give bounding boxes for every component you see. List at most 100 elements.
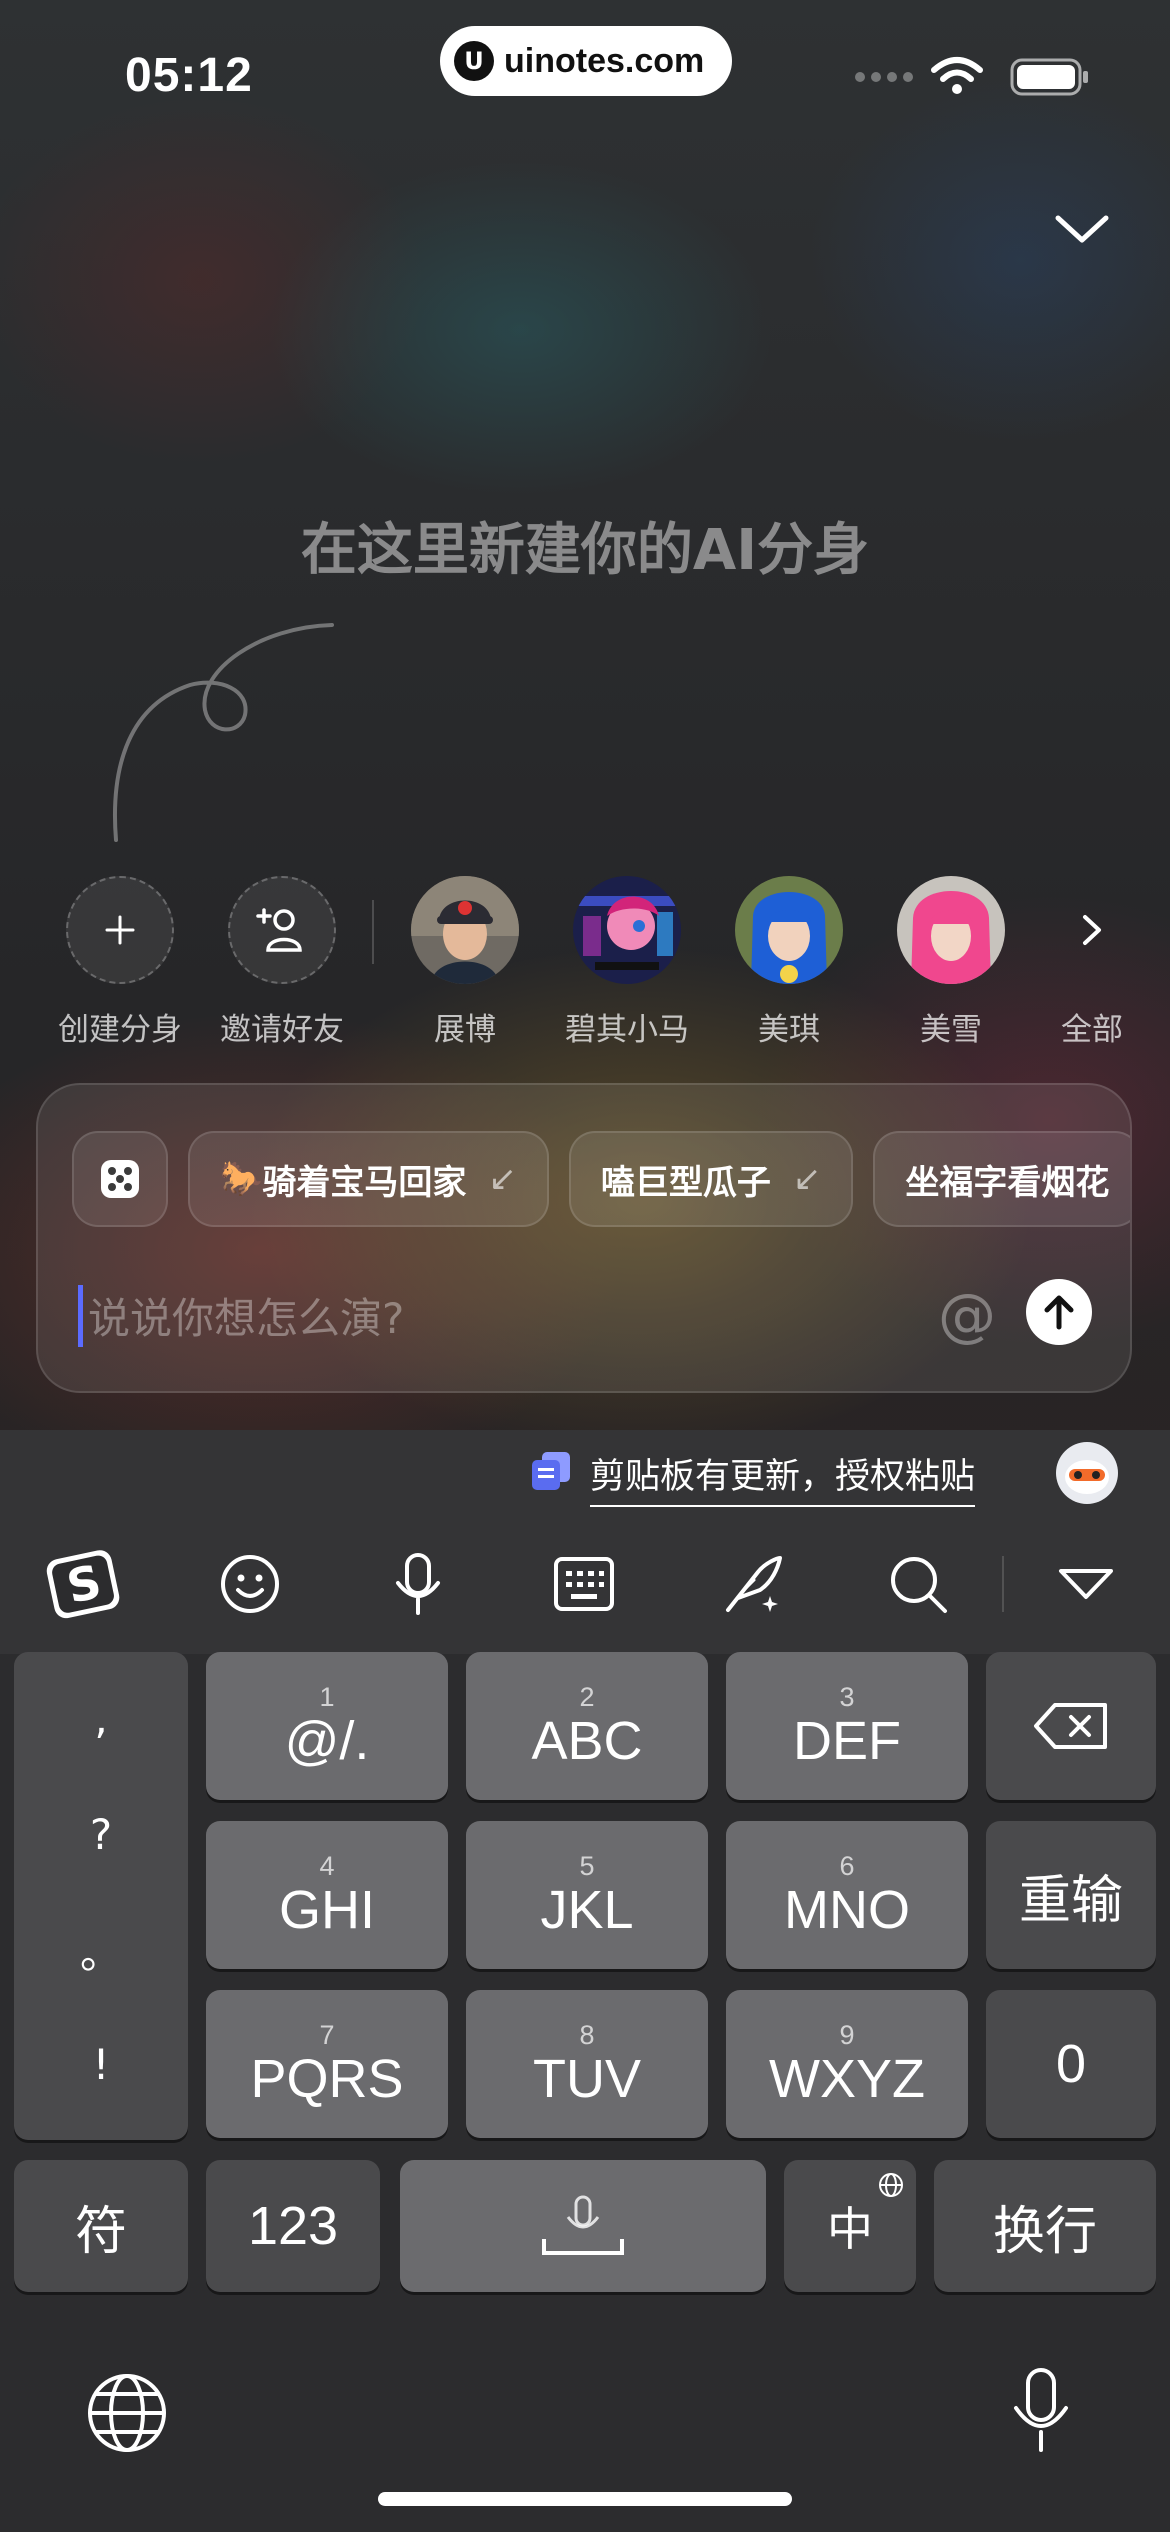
key-label: TUV: [533, 2049, 641, 2109]
key-4[interactable]: 4 GHI: [206, 1821, 448, 1969]
ime-toolbar: S: [0, 1514, 1170, 1654]
random-dice-button[interactable]: [72, 1131, 168, 1227]
horse-emoji-icon: 🐎: [220, 1159, 263, 1199]
key-number: 2: [579, 1682, 595, 1712]
plus-icon: [66, 876, 174, 984]
insert-arrow-icon: ↙: [792, 1159, 822, 1199]
key-2[interactable]: 2 ABC: [466, 1652, 708, 1800]
punct-key[interactable]: ,: [14, 1694, 188, 1743]
add-friend-icon: [228, 876, 336, 984]
insert-arrow-icon: ↙: [488, 1159, 517, 1199]
key-5[interactable]: 5 JKL: [466, 1821, 708, 1969]
scene-input[interactable]: 说说你想怎么演?: [88, 1285, 404, 1346]
view-all-button[interactable]: 全部: [1022, 876, 1162, 1049]
punct-key[interactable]: 。: [14, 1920, 188, 1981]
key-1[interactable]: 1 @/.: [206, 1652, 448, 1800]
key-number: 4: [319, 1851, 335, 1881]
key-label: 中: [827, 2202, 873, 2256]
key-7[interactable]: 7 PQRS: [206, 1990, 448, 2138]
search-icon[interactable]: [878, 1544, 958, 1624]
chip-label: 嗑巨型瓜子: [600, 1162, 771, 1203]
key-number: 3: [839, 1682, 855, 1712]
voice-input-icon[interactable]: [378, 1544, 458, 1624]
invite-friends-button[interactable]: 邀请好友: [212, 876, 352, 1049]
key-number: 7: [319, 2020, 335, 2050]
newline-key[interactable]: 换行: [934, 2160, 1156, 2292]
suggestion-chips: 🐎 骑着宝马回家 ↙ 嗑巨型瓜子 ↙ 坐福字看烟花: [72, 1131, 1130, 1227]
key-label: 符: [74, 2201, 127, 2262]
avatar-label: 创建分身: [58, 1012, 182, 1048]
avatar-label: 美琪: [758, 1012, 820, 1048]
avatar-item-pony[interactable]: 碧其小马: [557, 876, 697, 1049]
suggestion-chip[interactable]: 嗑巨型瓜子 ↙: [568, 1131, 854, 1227]
key-label: 换行: [992, 2201, 1097, 2262]
chevron-right-icon: [1038, 876, 1146, 984]
ime-mascot-icon[interactable]: [1056, 1442, 1118, 1504]
chinese-mode-key[interactable]: 中: [784, 2160, 916, 2292]
send-button[interactable]: [1026, 1279, 1092, 1345]
site-logo-icon: U: [454, 41, 494, 81]
key-6[interactable]: 6 MNO: [726, 1821, 968, 1969]
suggestion-chip[interactable]: 🐎 骑着宝马回家 ↙: [188, 1131, 549, 1227]
punct-key[interactable]: ?: [14, 1810, 188, 1859]
dictation-mic-icon[interactable]: [1010, 2366, 1072, 2456]
symbols-key[interactable]: 符: [14, 2160, 188, 2292]
battery-icon: [1010, 58, 1088, 96]
key-number: 6: [839, 1851, 855, 1881]
avatar: [897, 876, 1005, 984]
suggestion-chip[interactable]: 坐福字看烟花: [873, 1131, 1130, 1227]
key-number: 8: [579, 2020, 595, 2050]
key-9[interactable]: 9 WXYZ: [726, 1990, 968, 2138]
globe-small-icon: [879, 2173, 903, 2197]
key-8[interactable]: 8 TUV: [466, 1990, 708, 2138]
backspace-key[interactable]: [986, 1652, 1156, 1800]
avatar: [411, 876, 519, 984]
avatar-label: 邀请好友: [220, 1012, 344, 1048]
key-label: MNO: [784, 1880, 910, 1940]
reinput-key[interactable]: 重输: [986, 1821, 1156, 1969]
key-3[interactable]: 3 DEF: [726, 1652, 968, 1800]
hide-keyboard-icon[interactable]: [1046, 1544, 1126, 1624]
space-mic-icon: [542, 2195, 624, 2255]
key-number: 5: [579, 1851, 595, 1881]
key-label: ABC: [531, 1711, 643, 1771]
status-time: 05:12: [125, 49, 253, 102]
handwriting-quill-icon[interactable]: [712, 1544, 792, 1624]
emoji-icon[interactable]: [210, 1544, 290, 1624]
decorative-swirl: [113, 623, 334, 842]
create-avatar-button[interactable]: 创建分身: [50, 876, 190, 1049]
key-label: DEF: [793, 1711, 901, 1771]
key-0[interactable]: 0: [986, 1990, 1156, 2138]
avatar-label: 展博: [434, 1012, 496, 1048]
avatar-row: 创建分身 邀请好友 展博 碧其小马 美琪 美雪 全部: [0, 876, 1170, 1056]
punct-key[interactable]: !: [14, 2040, 188, 2089]
avatar-item-meiqi[interactable]: 美琪: [719, 876, 859, 1049]
punctuation-column[interactable]: , ? 。 !: [14, 1652, 188, 2140]
key-label: GHI: [278, 1880, 375, 1940]
collapse-chevron-down-icon[interactable]: [1054, 212, 1110, 246]
site-badge: U uinotes.com: [440, 26, 732, 96]
numbers-key[interactable]: 123: [206, 2160, 380, 2292]
sogou-logo-icon[interactable]: S: [44, 1544, 124, 1624]
clipboard-bar: 剪贴板有更新，授权粘贴: [0, 1430, 1170, 1514]
key-number: 1: [319, 1682, 335, 1712]
keyboard-switch-icon[interactable]: [544, 1544, 624, 1624]
avatar-label: 美雪: [920, 1012, 982, 1048]
globe-icon[interactable]: [86, 2372, 168, 2454]
space-key[interactable]: [400, 2160, 766, 2292]
app-screen: 05:12 U uinotes.com 在这里新建你的AI分身 创建分身 邀请好…: [0, 0, 1170, 2532]
arrow-up-icon: [1044, 1295, 1074, 1330]
mention-at-icon[interactable]: @: [938, 1281, 996, 1349]
home-indicator: [378, 2492, 792, 2506]
key-label: JKL: [540, 1880, 634, 1940]
scene-input-card: 🐎 骑着宝马回家 ↙ 嗑巨型瓜子 ↙ 坐福字看烟花 说说你想怎么演? @: [36, 1083, 1132, 1393]
avatar-item-meixue[interactable]: 美雪: [881, 876, 1021, 1049]
clipboard-paste-link[interactable]: 剪贴板有更新，授权粘贴: [590, 1448, 976, 1507]
avatar-label: 全部: [1061, 1012, 1123, 1048]
avatar-label: 碧其小马: [565, 1012, 689, 1048]
key-number: 9: [839, 2020, 855, 2050]
key-label: 123: [247, 2196, 339, 2256]
backspace-icon: [1034, 1703, 1107, 1749]
chip-label: 坐福字看烟花: [905, 1162, 1110, 1203]
avatar-item-zhanbo[interactable]: 展博: [395, 876, 535, 1049]
